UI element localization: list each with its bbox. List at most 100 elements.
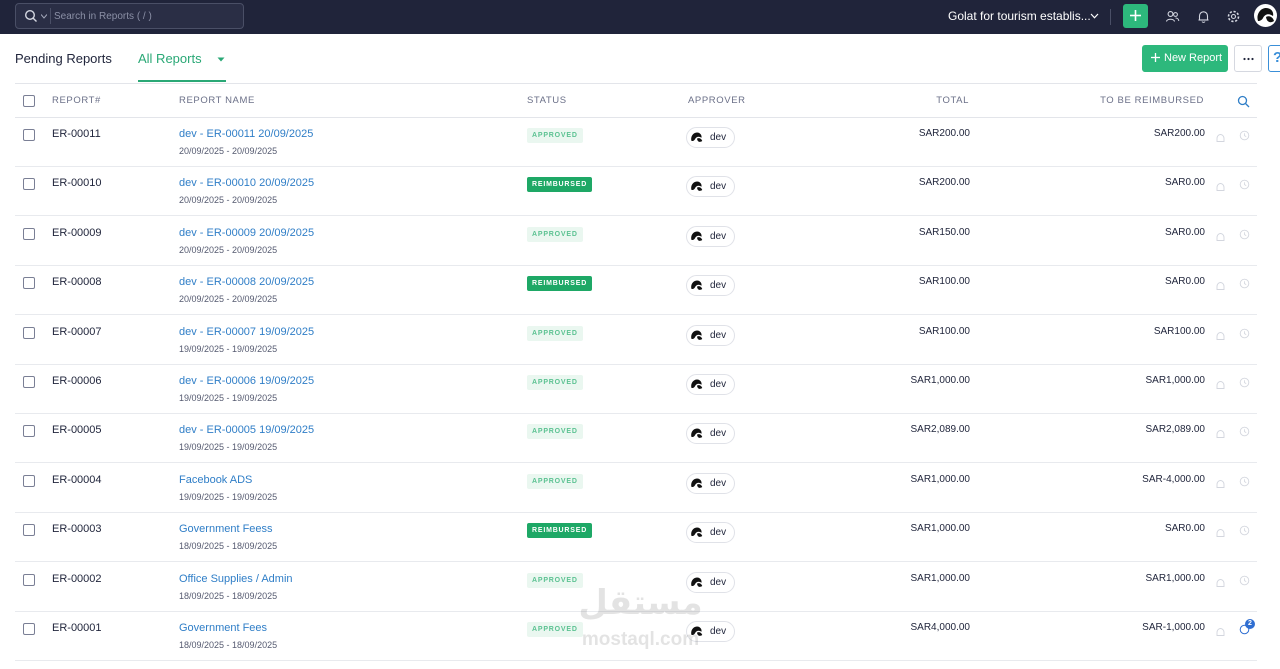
- row-lock-icon[interactable]: [1215, 181, 1226, 192]
- users-icon[interactable]: [1165, 9, 1180, 24]
- report-to-be-reimbursed: SAR0.00: [1164, 226, 1205, 238]
- report-name-link[interactable]: dev - ER-00006 19/09/2025: [179, 375, 314, 387]
- row-lock-icon[interactable]: [1215, 478, 1226, 489]
- view-chevron-down-icon[interactable]: [217, 57, 225, 62]
- help-button[interactable]: ?: [1268, 45, 1280, 72]
- watermark-logo: مستقل mostaql.com: [563, 583, 718, 655]
- row-clock-icon[interactable]: [1239, 229, 1250, 240]
- row-clock-icon[interactable]: [1239, 426, 1250, 437]
- approver-name: dev: [710, 280, 727, 292]
- table-row[interactable]: ER-00005 dev - ER-00005 19/09/2025 19/09/2…: [0, 414, 1280, 464]
- report-name-link[interactable]: dev - ER-00008 20/09/2025: [179, 276, 314, 288]
- report-to-be-reimbursed: SAR0.00: [1164, 177, 1205, 189]
- row-checkbox[interactable]: [23, 425, 35, 438]
- report-name-link[interactable]: Government Feess: [179, 523, 273, 535]
- row-lock-icon[interactable]: [1215, 577, 1226, 588]
- column-header-approver[interactable]: APPROVER: [688, 95, 746, 106]
- global-search[interactable]: [15, 3, 244, 29]
- approver-chip[interactable]: dev: [686, 176, 735, 198]
- search-scope-chevron-down-icon[interactable]: [41, 14, 47, 19]
- quick-create-button[interactable]: [1123, 4, 1148, 28]
- row-clock-icon[interactable]: [1239, 328, 1250, 339]
- row-checkbox[interactable]: [23, 227, 35, 240]
- approver-chip[interactable]: dev: [686, 127, 735, 148]
- row-clock-icon[interactable]: [1239, 278, 1250, 289]
- search-icon[interactable]: [24, 9, 38, 23]
- row-lock-icon[interactable]: [1215, 280, 1226, 291]
- user-avatar[interactable]: [1254, 4, 1277, 27]
- approver-chip[interactable]: dev: [686, 423, 735, 445]
- report-name-link[interactable]: dev - ER-00011 20/09/2025: [179, 128, 313, 140]
- row-lock-icon[interactable]: [1215, 379, 1226, 390]
- approver-chip[interactable]: dev: [686, 275, 735, 297]
- report-to-be-reimbursed: SAR200.00: [1153, 128, 1205, 139]
- gear-icon[interactable]: [1226, 9, 1241, 24]
- table-row[interactable]: ER-00008 dev - ER-00008 20/09/2025 20/09/2…: [0, 266, 1280, 316]
- row-checkbox[interactable]: [23, 376, 35, 388]
- bell-icon[interactable]: [1196, 9, 1211, 24]
- tab-all-reports[interactable]: All Reports: [138, 51, 202, 66]
- organization-switcher[interactable]: Golat for tourism establis...: [948, 9, 1091, 23]
- row-clock-icon[interactable]: [1239, 130, 1250, 141]
- row-lock-icon[interactable]: [1215, 428, 1226, 439]
- row-lock-icon[interactable]: [1215, 626, 1226, 637]
- report-name-link[interactable]: Office Supplies / Admin: [179, 573, 293, 585]
- table-row[interactable]: ER-00009 dev - ER-00009 20/09/2025 20/09/2…: [0, 217, 1280, 266]
- avatar-icon: [1254, 4, 1277, 27]
- row-checkbox[interactable]: [23, 474, 35, 487]
- row-checkbox[interactable]: [23, 573, 35, 586]
- table-row[interactable]: ER-00006 dev - ER-00006 19/09/2025 19/09/2…: [0, 365, 1280, 414]
- approver-avatar-icon: [689, 278, 704, 293]
- column-header-report-number[interactable]: REPORT#: [52, 95, 101, 106]
- row-checkbox[interactable]: [23, 524, 35, 537]
- report-date-range: 20/09/2025 - 20/09/2025: [179, 195, 278, 206]
- report-number: ER-00002: [52, 572, 102, 585]
- organization-chevron-down-icon[interactable]: [1090, 13, 1099, 19]
- approver-chip[interactable]: dev: [686, 225, 735, 247]
- new-report-button[interactable]: New Report: [1142, 45, 1228, 72]
- row-checkbox[interactable]: [23, 326, 35, 339]
- search-input[interactable]: [54, 7, 239, 25]
- row-lock-icon[interactable]: [1215, 132, 1226, 143]
- report-name-link[interactable]: Government Fees: [179, 622, 267, 634]
- table-row[interactable]: ER-00007 dev - ER-00007 19/09/2025 19/09/2…: [0, 316, 1280, 365]
- row-clock-icon[interactable]: [1239, 377, 1250, 388]
- table-row[interactable]: ER-00004 Facebook ADS 19/09/2025 - 19/09/2…: [0, 464, 1280, 513]
- watermark-latin: mostaql.com: [581, 629, 700, 650]
- column-header-to-be-reimbursed[interactable]: TO BE REIMBURSED: [1100, 95, 1204, 106]
- report-name-link[interactable]: Facebook ADS: [179, 474, 252, 486]
- column-header-status[interactable]: STATUS: [527, 95, 567, 106]
- row-clock-icon[interactable]: [1239, 476, 1250, 487]
- row-checkbox[interactable]: [23, 277, 35, 290]
- report-name-link[interactable]: dev - ER-00005 19/09/2025: [179, 424, 314, 436]
- row-checkbox[interactable]: [23, 178, 35, 191]
- row-lock-icon[interactable]: [1215, 330, 1226, 341]
- row-clock-icon[interactable]: [1239, 525, 1250, 536]
- table-search-icon[interactable]: [1237, 95, 1250, 108]
- topbar-divider: [1110, 9, 1111, 25]
- report-total: SAR200.00: [918, 177, 970, 189]
- select-all-checkbox[interactable]: [23, 95, 35, 107]
- row-checkbox[interactable]: [23, 623, 35, 635]
- row-lock-icon[interactable]: [1215, 231, 1226, 242]
- report-name-link[interactable]: dev - ER-00009 20/09/2025: [179, 227, 314, 239]
- header-divider: [15, 83, 1257, 84]
- approver-chip[interactable]: dev: [686, 324, 735, 346]
- approver-chip[interactable]: dev: [686, 522, 735, 544]
- report-number: ER-00007: [52, 325, 102, 338]
- row-clock-icon[interactable]: [1239, 575, 1250, 586]
- approver-chip[interactable]: dev: [686, 472, 735, 494]
- row-lock-icon[interactable]: [1215, 527, 1226, 538]
- tab-pending-reports[interactable]: Pending Reports: [15, 51, 112, 66]
- approver-chip[interactable]: dev: [686, 374, 735, 395]
- row-checkbox[interactable]: [23, 129, 35, 141]
- more-options-button[interactable]: [1234, 45, 1262, 72]
- column-header-total[interactable]: TOTAL: [936, 95, 969, 106]
- report-name-link[interactable]: dev - ER-00010 20/09/2025: [179, 177, 314, 189]
- table-row[interactable]: ER-00010 dev - ER-00010 20/09/2025 20/09/2…: [0, 167, 1280, 217]
- table-row[interactable]: ER-00011 dev - ER-00011 20/09/2025 20/09/2…: [0, 118, 1280, 167]
- row-clock-icon[interactable]: [1239, 179, 1250, 190]
- report-name-link[interactable]: dev - ER-00007 19/09/2025: [179, 326, 314, 338]
- table-row[interactable]: ER-00003 Government Feess 18/09/2025 - 18/…: [0, 513, 1280, 563]
- column-header-report-name[interactable]: REPORT NAME: [179, 95, 255, 106]
